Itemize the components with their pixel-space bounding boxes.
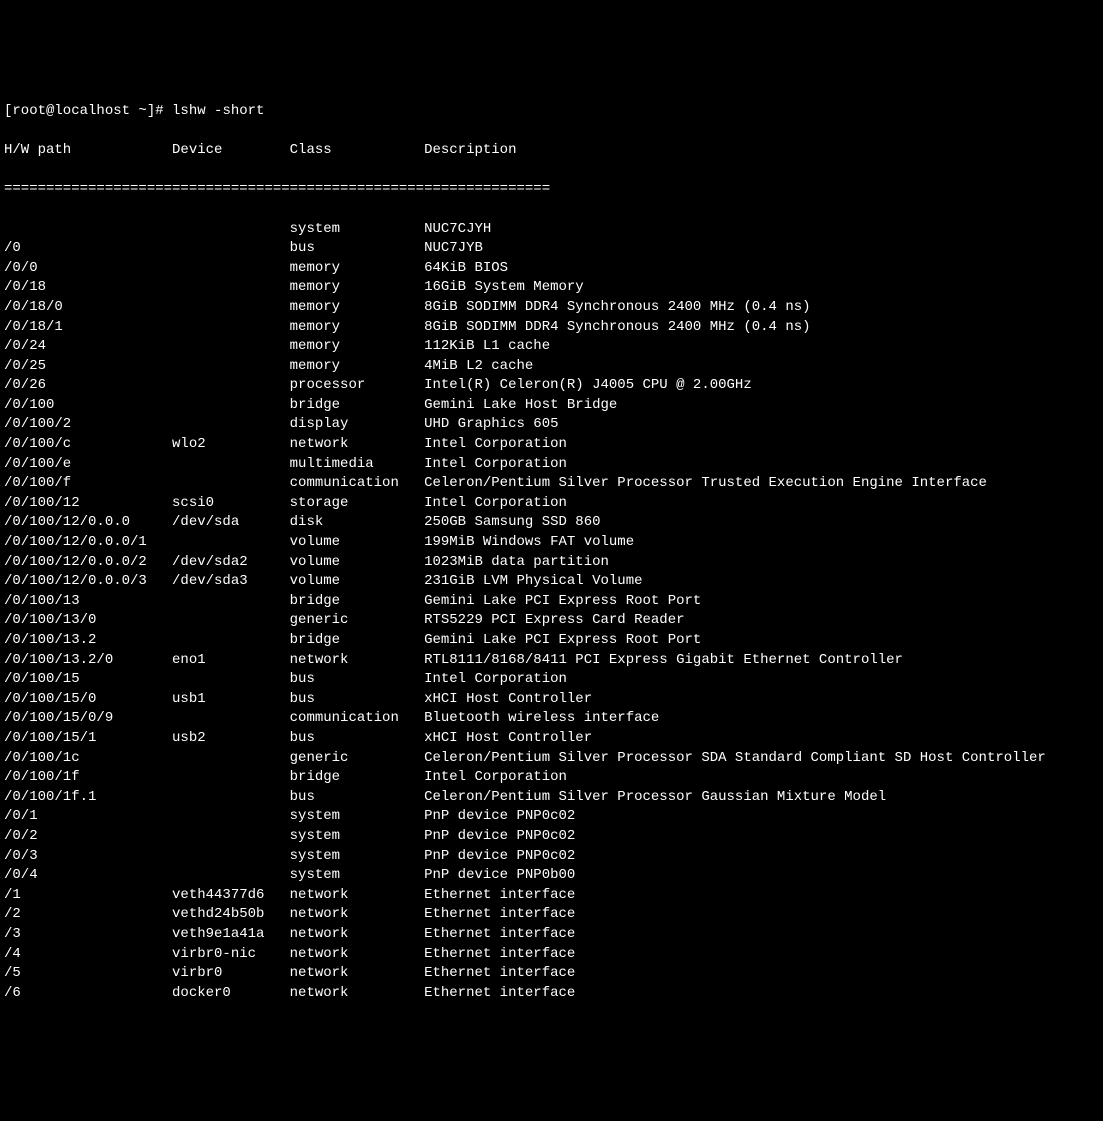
hardware-row: /0/18/1 memory 8GiB SODIMM DDR4 Synchron… [4,318,1099,338]
hardware-row: /0/100/12/0.0.0/2 /dev/sda2 volume 1023M… [4,553,1099,573]
hardware-row: /0/100/15 bus Intel Corporation [4,670,1099,690]
hardware-row: system NUC7CJYH [4,220,1099,240]
hardware-row: /0/100/13 bridge Gemini Lake PCI Express… [4,592,1099,612]
hardware-row: /0/100/1c generic Celeron/Pentium Silver… [4,749,1099,769]
hardware-row: /0/100/13.2 bridge Gemini Lake PCI Expre… [4,631,1099,651]
hardware-row: /0/0 memory 64KiB BIOS [4,259,1099,279]
hardware-row: /0/100/15/0/9 communication Bluetooth wi… [4,709,1099,729]
hardware-row: /0/100/e multimedia Intel Corporation [4,455,1099,475]
hardware-row: /0/100/15/1 usb2 bus xHCI Host Controlle… [4,729,1099,749]
hardware-row: /0/1 system PnP device PNP0c02 [4,807,1099,827]
hardware-row: /2 vethd24b50b network Ethernet interfac… [4,905,1099,925]
hardware-row: /0/100 bridge Gemini Lake Host Bridge [4,396,1099,416]
hardware-row: /0/100/2 display UHD Graphics 605 [4,415,1099,435]
hardware-row: /0/100/13.2/0 eno1 network RTL8111/8168/… [4,651,1099,671]
hardware-row: /0/100/c wlo2 network Intel Corporation [4,435,1099,455]
command-text: lshw -short [172,103,264,119]
hardware-row: /0/2 system PnP device PNP0c02 [4,827,1099,847]
hardware-row: /0 bus NUC7JYB [4,239,1099,259]
hardware-row: /0/100/f communication Celeron/Pentium S… [4,474,1099,494]
terminal-output[interactable]: [root@localhost ~]# lshw -short H/W path… [4,82,1099,1023]
hardware-row: /0/18 memory 16GiB System Memory [4,278,1099,298]
hardware-row: /0/25 memory 4MiB L2 cache [4,357,1099,377]
hardware-row: /6 docker0 network Ethernet interface [4,984,1099,1004]
hardware-row: /5 virbr0 network Ethernet interface [4,964,1099,984]
hardware-row: /0/100/15/0 usb1 bus xHCI Host Controlle… [4,690,1099,710]
hardware-row: /0/100/12/0.0.0/1 volume 199MiB Windows … [4,533,1099,553]
command-line: [root@localhost ~]# lshw -short [4,102,1099,122]
hardware-row: /0/24 memory 112KiB L1 cache [4,337,1099,357]
hardware-row: /0/100/12/0.0.0/3 /dev/sda3 volume 231Gi… [4,572,1099,592]
prompt: [root@localhost ~]# [4,103,172,119]
separator-line: ========================================… [4,180,1099,200]
hardware-row: /1 veth44377d6 network Ethernet interfac… [4,886,1099,906]
hardware-row: /0/4 system PnP device PNP0b00 [4,866,1099,886]
hardware-row: /0/100/1f bridge Intel Corporation [4,768,1099,788]
hardware-row: /0/100/13/0 generic RTS5229 PCI Express … [4,611,1099,631]
hardware-row: /0/3 system PnP device PNP0c02 [4,847,1099,867]
hardware-row: /0/100/12/0.0.0 /dev/sda disk 250GB Sams… [4,513,1099,533]
hardware-row: /0/100/1f.1 bus Celeron/Pentium Silver P… [4,788,1099,808]
hardware-table: system NUC7CJYH/0 bus NUC7JYB/0/0 memory… [4,220,1099,1004]
hardware-row: /0/26 processor Intel(R) Celeron(R) J400… [4,376,1099,396]
hardware-row: /0/18/0 memory 8GiB SODIMM DDR4 Synchron… [4,298,1099,318]
hardware-row: /4 virbr0-nic network Ethernet interface [4,945,1099,965]
hardware-row: /3 veth9e1a41a network Ethernet interfac… [4,925,1099,945]
hardware-row: /0/100/12 scsi0 storage Intel Corporatio… [4,494,1099,514]
header-row: H/W path Device Class Description [4,141,1099,161]
